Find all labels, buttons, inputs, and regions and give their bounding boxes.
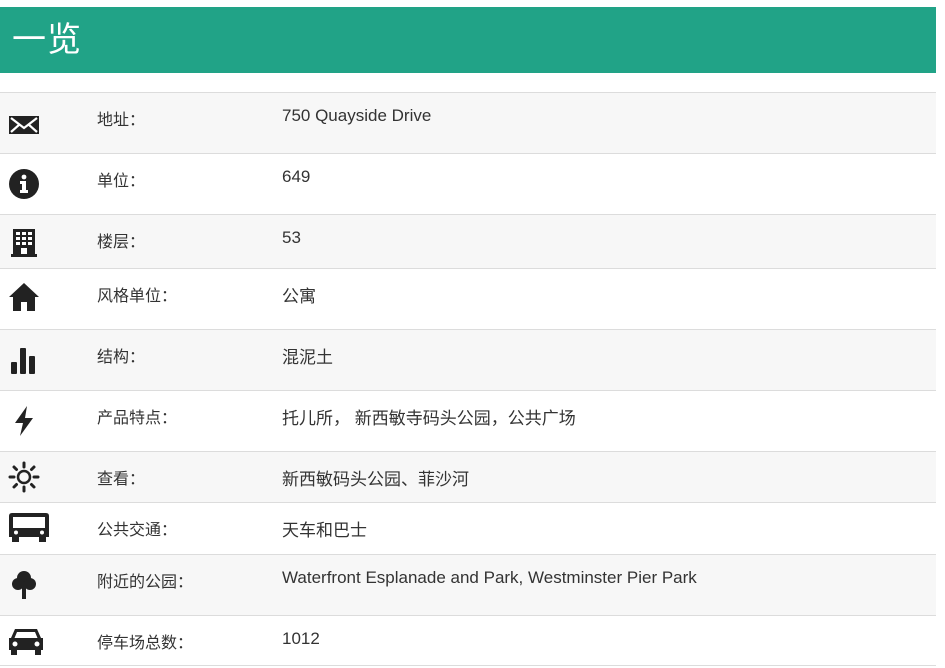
row-label: 地址：: [97, 112, 146, 129]
envelope-icon: [8, 109, 40, 141]
row-value: 649: [282, 167, 311, 186]
row-value: 托儿所， 新西敏寺码头公园，公共广场: [282, 409, 576, 428]
row-parks: 附近的公园： Waterfront Esplanade and Park, We…: [0, 555, 936, 616]
row-value: 天车和巴士: [282, 521, 367, 540]
car-icon: [8, 625, 44, 657]
row-label: 结构：: [97, 349, 146, 366]
lightning-icon: [8, 405, 40, 437]
row-value: 公寓: [282, 287, 316, 306]
row-unit-style: 风格单位： 公寓: [0, 269, 936, 330]
row-value: 53: [282, 228, 301, 247]
row-label: 产品特点：: [97, 410, 178, 427]
row-label: 风格单位：: [97, 288, 178, 305]
page-header: 一览: [0, 7, 936, 73]
sun-icon: [8, 461, 40, 493]
row-units: 单位： 649: [0, 154, 936, 215]
bus-icon: [8, 511, 50, 543]
tree-icon: [8, 569, 40, 601]
row-features: 产品特点： 托儿所， 新西敏寺码头公园，公共广场: [0, 391, 936, 452]
overview-table: 地址： 750 Quayside Drive 单位： 649 楼层： 53 风格…: [0, 92, 936, 666]
building-icon: [8, 226, 40, 258]
row-value: 750 Quayside Drive: [282, 106, 432, 125]
row-label: 楼层：: [97, 234, 146, 251]
row-value: Waterfront Esplanade and Park, Westminst…: [282, 568, 697, 587]
page-title: 一览: [12, 20, 82, 60]
row-address: 地址： 750 Quayside Drive: [0, 93, 936, 154]
row-parking: 停车场总数： 1012: [0, 616, 936, 666]
row-value: 1012: [282, 629, 320, 648]
row-floors: 楼层： 53: [0, 215, 936, 269]
home-icon: [8, 281, 40, 313]
row-transit: 公共交通： 天车和巴士: [0, 503, 936, 555]
bar-chart-icon: [8, 344, 40, 376]
row-label: 公共交通：: [97, 522, 178, 539]
row-view: 查看： 新西敏码头公园、菲沙河: [0, 452, 936, 503]
row-value: 新西敏码头公园、菲沙河: [282, 470, 469, 489]
row-label: 查看：: [97, 471, 146, 488]
row-label: 停车场总数：: [97, 635, 194, 652]
info-icon: [8, 168, 40, 200]
row-structure: 结构： 混泥土: [0, 330, 936, 391]
row-label: 单位：: [97, 173, 146, 190]
row-label: 附近的公园：: [97, 574, 194, 591]
row-value: 混泥土: [282, 348, 333, 367]
